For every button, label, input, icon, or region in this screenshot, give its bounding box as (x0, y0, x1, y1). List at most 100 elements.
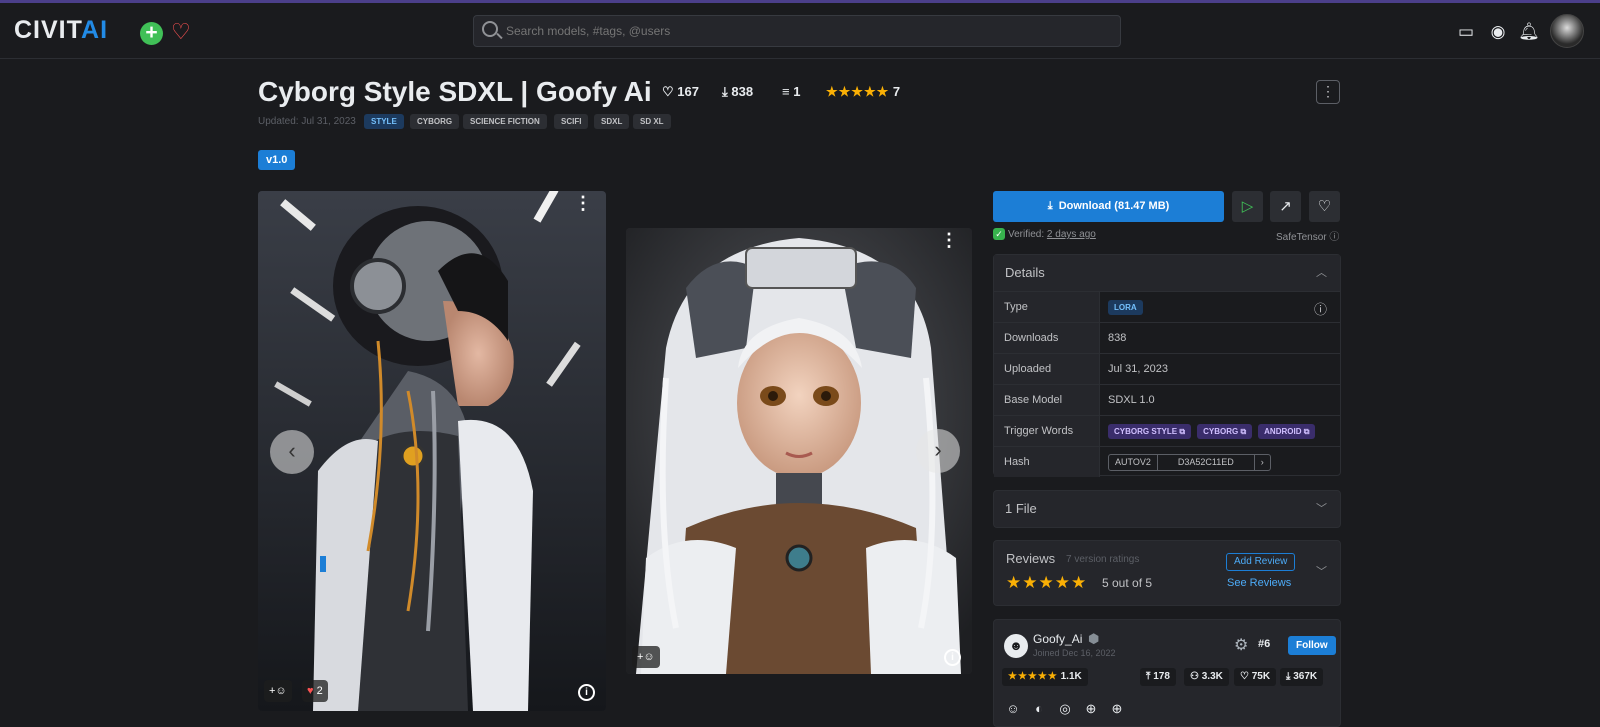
creator-badge-icon: ⬢ (1088, 631, 1100, 646)
creator-likes-stat: ♡ 75K (1234, 668, 1277, 686)
hash-label: Hash (994, 447, 1100, 477)
gallery-prev-button[interactable]: ‹ (270, 430, 314, 474)
creator-rank: #6 (1258, 638, 1271, 650)
search-input[interactable] (506, 21, 1106, 41)
eye-icon[interactable]: ◉ (1487, 21, 1509, 43)
trigger-words-label: Trigger Words (994, 416, 1100, 446)
gallery-image-2[interactable]: ⋮ › +☺ i (626, 228, 972, 674)
image-info-icon[interactable]: i (578, 684, 595, 701)
add-reaction-button[interactable]: +☺ (264, 680, 292, 702)
trigger-word-badge[interactable]: CYBORG STYLE ⧉ (1108, 423, 1192, 439)
tag-science-fiction[interactable]: SCIENCE FICTION (463, 114, 547, 129)
version-button[interactable]: v1.0 (258, 150, 296, 170)
hash-type: AUTOV2 (1109, 454, 1158, 470)
comments-count: 1 (793, 84, 801, 99)
base-model-label: Base Model (994, 385, 1100, 415)
create-plus-icon[interactable]: + (140, 22, 163, 45)
type-info-icon[interactable]: ⓘ (1314, 299, 1327, 318)
follow-button[interactable]: Follow (1288, 636, 1336, 655)
hash-box[interactable]: AUTOV2 D3A52C11ED › (1108, 453, 1271, 471)
discord-icon[interactable]: ◎ (1056, 700, 1074, 718)
creator-name[interactable]: Goofy_Ai (1033, 632, 1082, 646)
heart-icon: ♡ (1317, 198, 1332, 215)
details-panel: Details ︿ Type LORA ⓘ Downloads 838 Uplo… (993, 254, 1341, 477)
verified-date-link[interactable]: 2 days ago (1047, 229, 1096, 240)
gallery-image-1[interactable]: ⋮ ‹ +☺ ♥ 2 i (258, 191, 606, 711)
creator-rating-stat: ★★★★★ 1.1K (1002, 668, 1088, 686)
trigger-word-badge[interactable]: ANDROID ⧉ (1258, 423, 1316, 439)
detail-row-uploaded: Uploaded Jul 31, 2023 (994, 353, 1340, 384)
chevron-down-icon[interactable]: ﹀ (1316, 563, 1327, 579)
info-icon[interactable]: ⓘ (1329, 232, 1339, 243)
creator-avatar[interactable]: ☻ (1004, 634, 1028, 658)
image-menu-icon[interactable]: ⋮ (574, 193, 592, 214)
copy-icon: ⧉ (1179, 426, 1186, 436)
rank-gear-icon: ⚙ (1234, 637, 1249, 654)
chevron-up-icon: ︿ (1316, 267, 1327, 279)
download-label: Download (81.47 MB) (1058, 200, 1170, 212)
detail-row-type: Type LORA ⓘ (994, 291, 1340, 322)
reviews-count: 7 version ratings (1066, 554, 1140, 565)
downloads-label: Downloads (994, 323, 1100, 353)
trigger-word-badge[interactable]: CYBORG ⧉ (1197, 423, 1253, 439)
base-model-value: SDXL 1.0 (1108, 394, 1155, 406)
heart-reaction-button[interactable]: ♥ 2 (302, 680, 328, 702)
trigger-word-text: ANDROID (1264, 426, 1302, 436)
logo-text: CIVIT (14, 16, 82, 44)
add-review-button[interactable]: Add Review (1226, 553, 1296, 571)
creator-joined: Joined Dec 16, 2022 (1033, 648, 1116, 658)
review-stars-icon: ★★★★★ (1006, 573, 1088, 592)
globe-icon[interactable]: ⊕ (1082, 700, 1100, 718)
heart-icon: ♡ (662, 84, 674, 99)
image-info-icon[interactable]: i (944, 649, 961, 666)
tag-sdxl[interactable]: SDXL (594, 114, 630, 129)
heart-icon: ♡ (1240, 671, 1249, 682)
creator-stars-icon: ★★★★★ (1008, 671, 1058, 682)
files-accordion[interactable]: 1 File ﹀ (993, 490, 1341, 528)
add-reaction-button[interactable]: +☺ (632, 646, 660, 668)
rating-stat[interactable]: ★★★★★ 7 (826, 84, 900, 100)
tag-sd-xl[interactable]: SD XL (633, 114, 671, 129)
comment-icon: ≡ (782, 84, 790, 99)
robot-icon[interactable]: ☺ (1004, 700, 1022, 718)
favorites-heart-icon[interactable]: ♡ (171, 19, 191, 45)
safetensor-text: SafeTensor (1276, 232, 1327, 243)
user-avatar[interactable] (1550, 14, 1584, 48)
verified-check-icon: ✓ (993, 228, 1005, 240)
downloads-value: 838 (1108, 332, 1127, 344)
uploaded-label: Uploaded (994, 354, 1100, 384)
downloads-stat: ⤓ 838 (722, 84, 753, 100)
share-icon: ↗ (1279, 198, 1292, 215)
downloads-count: 838 (731, 84, 754, 99)
bell-icon[interactable]: 🔔︎ (1518, 21, 1540, 43)
see-reviews-link[interactable]: See Reviews (1227, 577, 1291, 589)
search-bar[interactable] (473, 15, 1121, 47)
monitor-icon[interactable]: ▭ (1455, 21, 1477, 43)
reviews-title: Reviews (1006, 551, 1056, 566)
more-options-button[interactable]: ⋮ (1316, 80, 1340, 104)
civitai-logo[interactable]: CIVITAI (14, 16, 108, 45)
comments-stat: ≡ 1 (782, 84, 800, 99)
hash-text: D3A52C11ED (1158, 454, 1255, 470)
run-button[interactable]: ▷ (1232, 191, 1263, 222)
favorite-button[interactable]: ♡ (1309, 191, 1340, 222)
heart-reaction-count: 2 (316, 685, 323, 697)
image-menu-icon[interactable]: ⋮ (940, 230, 958, 251)
upload-icon: ⤒ (1146, 671, 1151, 682)
hash-value: AUTOV2 D3A52C11ED › (1108, 447, 1271, 477)
creator-card: ☻ Goofy_Ai ⬢ Joined Dec 16, 2022 ⚙ #6 Fo… (993, 619, 1341, 727)
tag-style[interactable]: STYLE (364, 114, 404, 129)
patreon-icon[interactable]: ◐ (1030, 700, 1048, 718)
tag-cyborg[interactable]: CYBORG (410, 114, 460, 129)
download-icon: ⤓ (1286, 671, 1291, 682)
download-button[interactable]: ⤓ Download (81.47 MB) (993, 191, 1224, 222)
tag-scifi[interactable]: SCIFI (554, 114, 589, 129)
trigger-words-value: CYBORG STYLE ⧉ CYBORG ⧉ ANDROID ⧉ (1108, 416, 1321, 446)
reviews-panel: Reviews 7 version ratings ★★★★★ 5 out of… (993, 540, 1341, 606)
globe-icon[interactable]: ⊕ (1108, 700, 1126, 718)
share-button[interactable]: ↗ (1270, 191, 1301, 222)
files-label: 1 File (1005, 501, 1037, 516)
creator-uploads-stat: ⤒ 178 (1140, 668, 1176, 686)
details-header[interactable]: Details ︿ (994, 255, 1340, 291)
gallery-next-button[interactable]: › (916, 429, 960, 473)
